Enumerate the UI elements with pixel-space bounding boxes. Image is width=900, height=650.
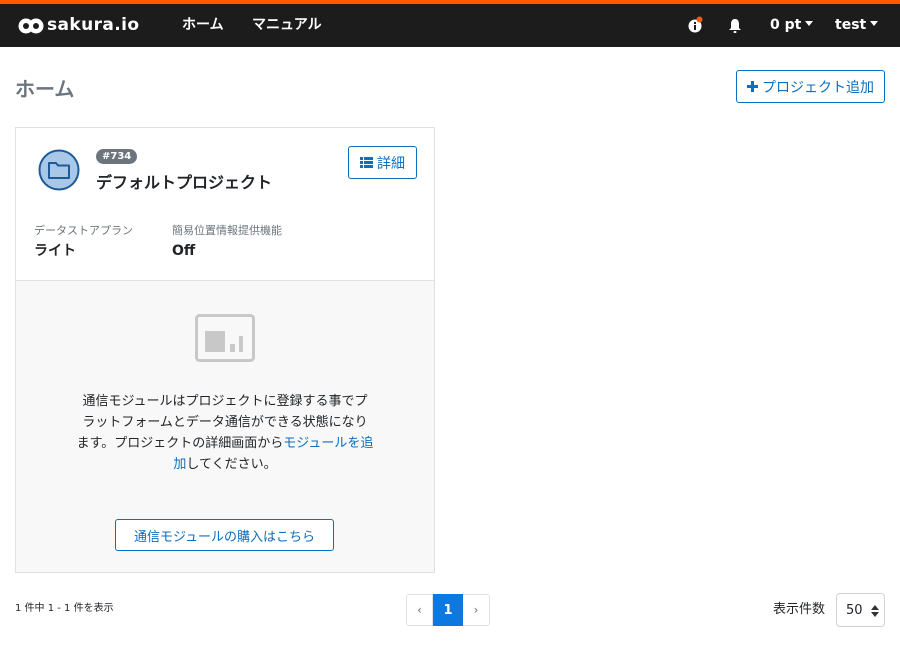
location-label: 簡易位置情報提供機能 xyxy=(172,224,282,237)
user-dropdown[interactable]: test xyxy=(835,16,878,34)
module-empty-state: 通信モジュールはプロジェクトに登録する事でプラットフォームとデータ通信ができる状… xyxy=(16,281,434,572)
detail-button[interactable]: 詳細 xyxy=(348,146,417,179)
pager-prev[interactable]: ‹ xyxy=(406,594,433,626)
project-name[interactable]: デフォルトプロジェクト xyxy=(96,173,272,193)
info-notification-icon[interactable] xyxy=(688,16,704,38)
location-value: Off xyxy=(172,243,196,259)
nav-home[interactable]: ホーム xyxy=(182,16,224,34)
module-placeholder-icon xyxy=(195,314,255,366)
plan-value: ライト xyxy=(34,243,76,259)
project-card-header: #734 デフォルトプロジェクト 詳細 データストアプラン ライト 簡易位置情報… xyxy=(16,128,434,281)
detail-label: 詳細 xyxy=(377,155,405,172)
plus-icon xyxy=(747,81,758,92)
project-card: #734 デフォルトプロジェクト 詳細 データストアプラン ライト 簡易位置情報… xyxy=(15,127,435,573)
top-navbar: sakura.io ホーム マニュアル 0 pt test xyxy=(0,0,900,47)
empty-text-after: してください。 xyxy=(186,457,277,472)
add-project-label: プロジェクト追加 xyxy=(762,79,874,96)
pager-page-1[interactable]: 1 xyxy=(433,594,463,626)
result-count: 1 件中 1 - 1 件を表示 xyxy=(15,603,114,614)
project-id-badge: #734 xyxy=(96,149,138,164)
nav-manual[interactable]: マニュアル xyxy=(252,16,322,34)
per-page-value: 50 xyxy=(846,602,863,618)
bell-icon[interactable] xyxy=(728,18,742,38)
logo[interactable]: sakura.io xyxy=(18,15,139,35)
select-arrows-icon xyxy=(871,605,879,617)
points-dropdown[interactable]: 0 pt xyxy=(770,16,813,34)
page-title: ホーム xyxy=(15,77,75,101)
folder-icon xyxy=(38,149,80,195)
pagination: ‹ 1 › xyxy=(406,594,490,626)
logo-text: sakura.io xyxy=(47,15,140,35)
add-project-button[interactable]: プロジェクト追加 xyxy=(736,70,885,103)
buy-module-button[interactable]: 通信モジュールの購入はこちら xyxy=(115,519,334,551)
pager-next[interactable]: › xyxy=(463,594,490,626)
empty-state-description: 通信モジュールはプロジェクトに登録する事でプラットフォームとデータ通信ができる状… xyxy=(76,391,374,475)
logo-icon xyxy=(18,17,45,34)
per-page-label: 表示件数 xyxy=(773,602,826,617)
list-icon xyxy=(360,157,373,168)
plan-label: データストアプラン xyxy=(34,224,133,237)
per-page-select[interactable]: 50 xyxy=(836,593,885,627)
